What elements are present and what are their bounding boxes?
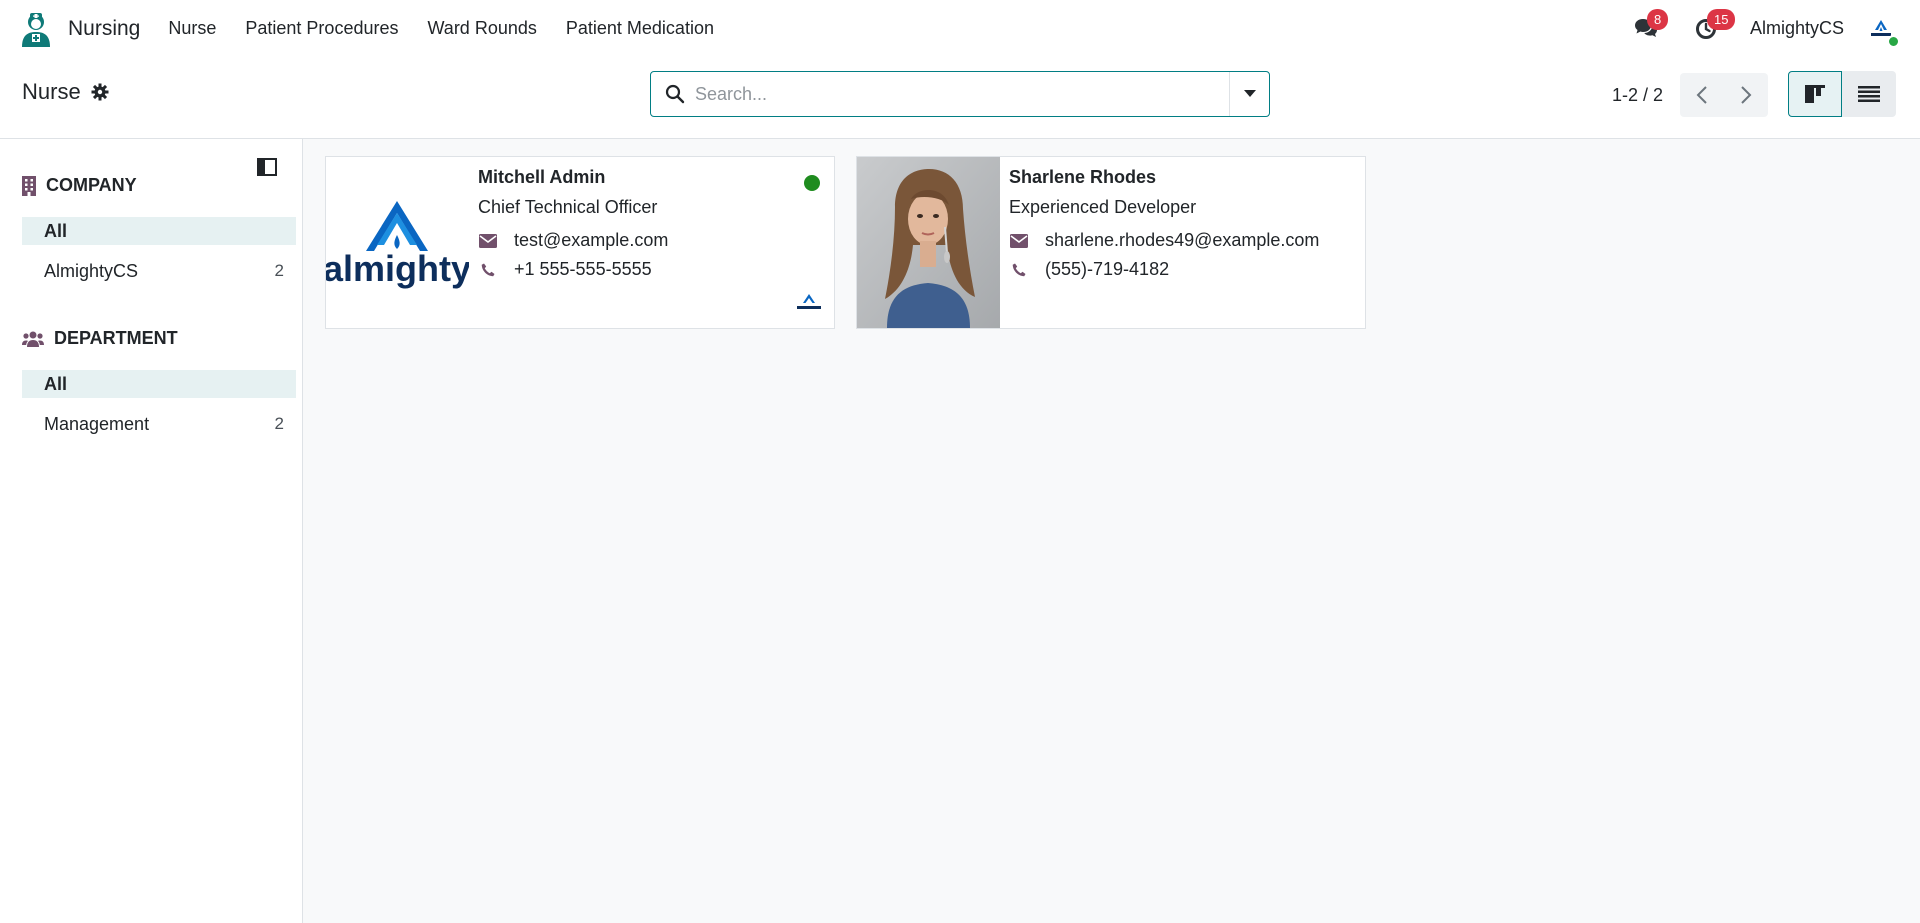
chevron-left-icon bbox=[1696, 86, 1707, 104]
pager-buttons bbox=[1680, 73, 1768, 117]
employee-phone: (555)-719-4182 bbox=[1045, 259, 1170, 279]
messages-count-badge: 8 bbox=[1646, 8, 1669, 30]
kanban-view-button[interactable] bbox=[1788, 71, 1842, 117]
filter-label: Management bbox=[44, 413, 150, 434]
employee-name: Sharlene Rhodes bbox=[1009, 167, 1157, 187]
page-title: Nurse bbox=[22, 79, 81, 104]
phone-icon bbox=[1012, 263, 1026, 276]
user-avatar[interactable] bbox=[1866, 13, 1900, 48]
pager-previous-button[interactable] bbox=[1680, 73, 1724, 117]
filter-label: AlmightyCS bbox=[44, 260, 139, 281]
envelope-icon bbox=[479, 233, 497, 248]
filter-count: 2 bbox=[274, 261, 284, 280]
main-menu: Nurse Patient Procedures Ward Rounds Pat… bbox=[168, 18, 743, 39]
employee-phone-row: +1 555-555-5555 bbox=[478, 255, 668, 284]
filter-label: All bbox=[44, 220, 68, 241]
employee-name: Mitchell Admin bbox=[478, 167, 606, 187]
department-section-header: DEPARTMENT bbox=[22, 328, 178, 349]
list-view-button[interactable] bbox=[1842, 71, 1896, 117]
department-heading: DEPARTMENT bbox=[54, 328, 178, 348]
sidebar-collapse-icon[interactable] bbox=[257, 158, 277, 176]
search-input[interactable] bbox=[685, 72, 1229, 116]
app-name: Nursing bbox=[68, 16, 141, 40]
filter-label: All bbox=[44, 373, 68, 394]
activities-button[interactable]: 15 bbox=[1690, 8, 1736, 45]
pager-next-button[interactable] bbox=[1724, 73, 1768, 117]
search-options-toggle[interactable] bbox=[1229, 72, 1269, 116]
app-brand[interactable]: Nursing bbox=[20, 11, 140, 47]
almighty-logo: almighty bbox=[326, 157, 469, 328]
messages-button[interactable]: 8 bbox=[1630, 8, 1669, 45]
menu-item-ward-rounds[interactable]: Ward Rounds bbox=[427, 18, 536, 39]
employee-phone-row: (555)-719-4182 bbox=[1009, 255, 1319, 284]
employee-photo bbox=[857, 157, 1000, 328]
nurse-app-icon bbox=[22, 12, 50, 47]
filter-count: 2 bbox=[274, 414, 284, 433]
presence-status-dot bbox=[804, 175, 820, 191]
company-section-header: COMPANY bbox=[22, 175, 137, 196]
top-navbar: Nursing Nurse Patient Procedures Ward Ro… bbox=[0, 0, 1920, 57]
employee-job-title: Chief Technical Officer bbox=[478, 197, 658, 217]
company-logo-icon bbox=[797, 294, 821, 309]
employee-email: sharlene.rhodes49@example.com bbox=[1045, 230, 1320, 250]
systray: 8 15 AlmightyCS bbox=[1630, 0, 1920, 57]
kanban-view: almighty Mitchell Admin Chief Technical … bbox=[303, 139, 1920, 923]
company-heading: COMPANY bbox=[46, 175, 137, 195]
employee-job-title: Experienced Developer bbox=[1009, 197, 1197, 217]
employee-image: almighty bbox=[326, 157, 469, 328]
kanban-icon bbox=[1805, 85, 1825, 103]
department-filter-management[interactable]: Management 2 bbox=[22, 410, 296, 438]
control-panel: Nurse 1-2 / 2 bbox=[0, 57, 1920, 139]
logo-text: almighty bbox=[326, 248, 469, 289]
chevron-right-icon bbox=[1741, 86, 1752, 104]
department-filter-all[interactable]: All bbox=[22, 370, 296, 398]
search-icon bbox=[665, 84, 685, 104]
company-filter-all[interactable]: All bbox=[22, 217, 296, 245]
employee-phone: +1 555-555-5555 bbox=[514, 259, 652, 279]
online-status-dot bbox=[1887, 34, 1900, 48]
menu-item-patient-procedures[interactable]: Patient Procedures bbox=[245, 18, 398, 39]
kanban-card[interactable]: Sharlene Rhodes Experienced Developer sh… bbox=[856, 156, 1366, 329]
list-icon bbox=[1858, 86, 1880, 102]
search-panel: COMPANY All AlmightyCS 2 DEPARTMENT All … bbox=[0, 139, 303, 923]
caret-down-icon bbox=[1243, 90, 1256, 97]
envelope-icon bbox=[1010, 233, 1028, 248]
phone-icon bbox=[481, 263, 495, 276]
gear-icon[interactable] bbox=[91, 83, 109, 101]
company-switcher[interactable]: AlmightyCS bbox=[1750, 18, 1844, 39]
portrait-image bbox=[857, 157, 1000, 328]
breadcrumb: Nurse bbox=[22, 79, 109, 105]
employee-email: test@example.com bbox=[514, 230, 669, 250]
card-body: Sharlene Rhodes Experienced Developer sh… bbox=[1009, 167, 1319, 284]
view-switcher bbox=[1788, 71, 1896, 117]
company-filter-almightycs[interactable]: AlmightyCS 2 bbox=[22, 257, 296, 285]
menu-item-patient-medication[interactable]: Patient Medication bbox=[566, 18, 714, 39]
search-bar bbox=[650, 71, 1270, 117]
building-icon bbox=[22, 175, 36, 196]
users-icon bbox=[22, 331, 44, 347]
activities-count-badge: 15 bbox=[1706, 8, 1736, 30]
card-body: Mitchell Admin Chief Technical Officer t… bbox=[478, 167, 668, 284]
kanban-card[interactable]: almighty Mitchell Admin Chief Technical … bbox=[325, 156, 835, 329]
pager-value[interactable]: 1-2 / 2 bbox=[1612, 85, 1663, 106]
employee-email-row: sharlene.rhodes49@example.com bbox=[1009, 226, 1319, 255]
menu-item-nurse[interactable]: Nurse bbox=[168, 18, 216, 39]
employee-email-row: test@example.com bbox=[478, 226, 668, 255]
